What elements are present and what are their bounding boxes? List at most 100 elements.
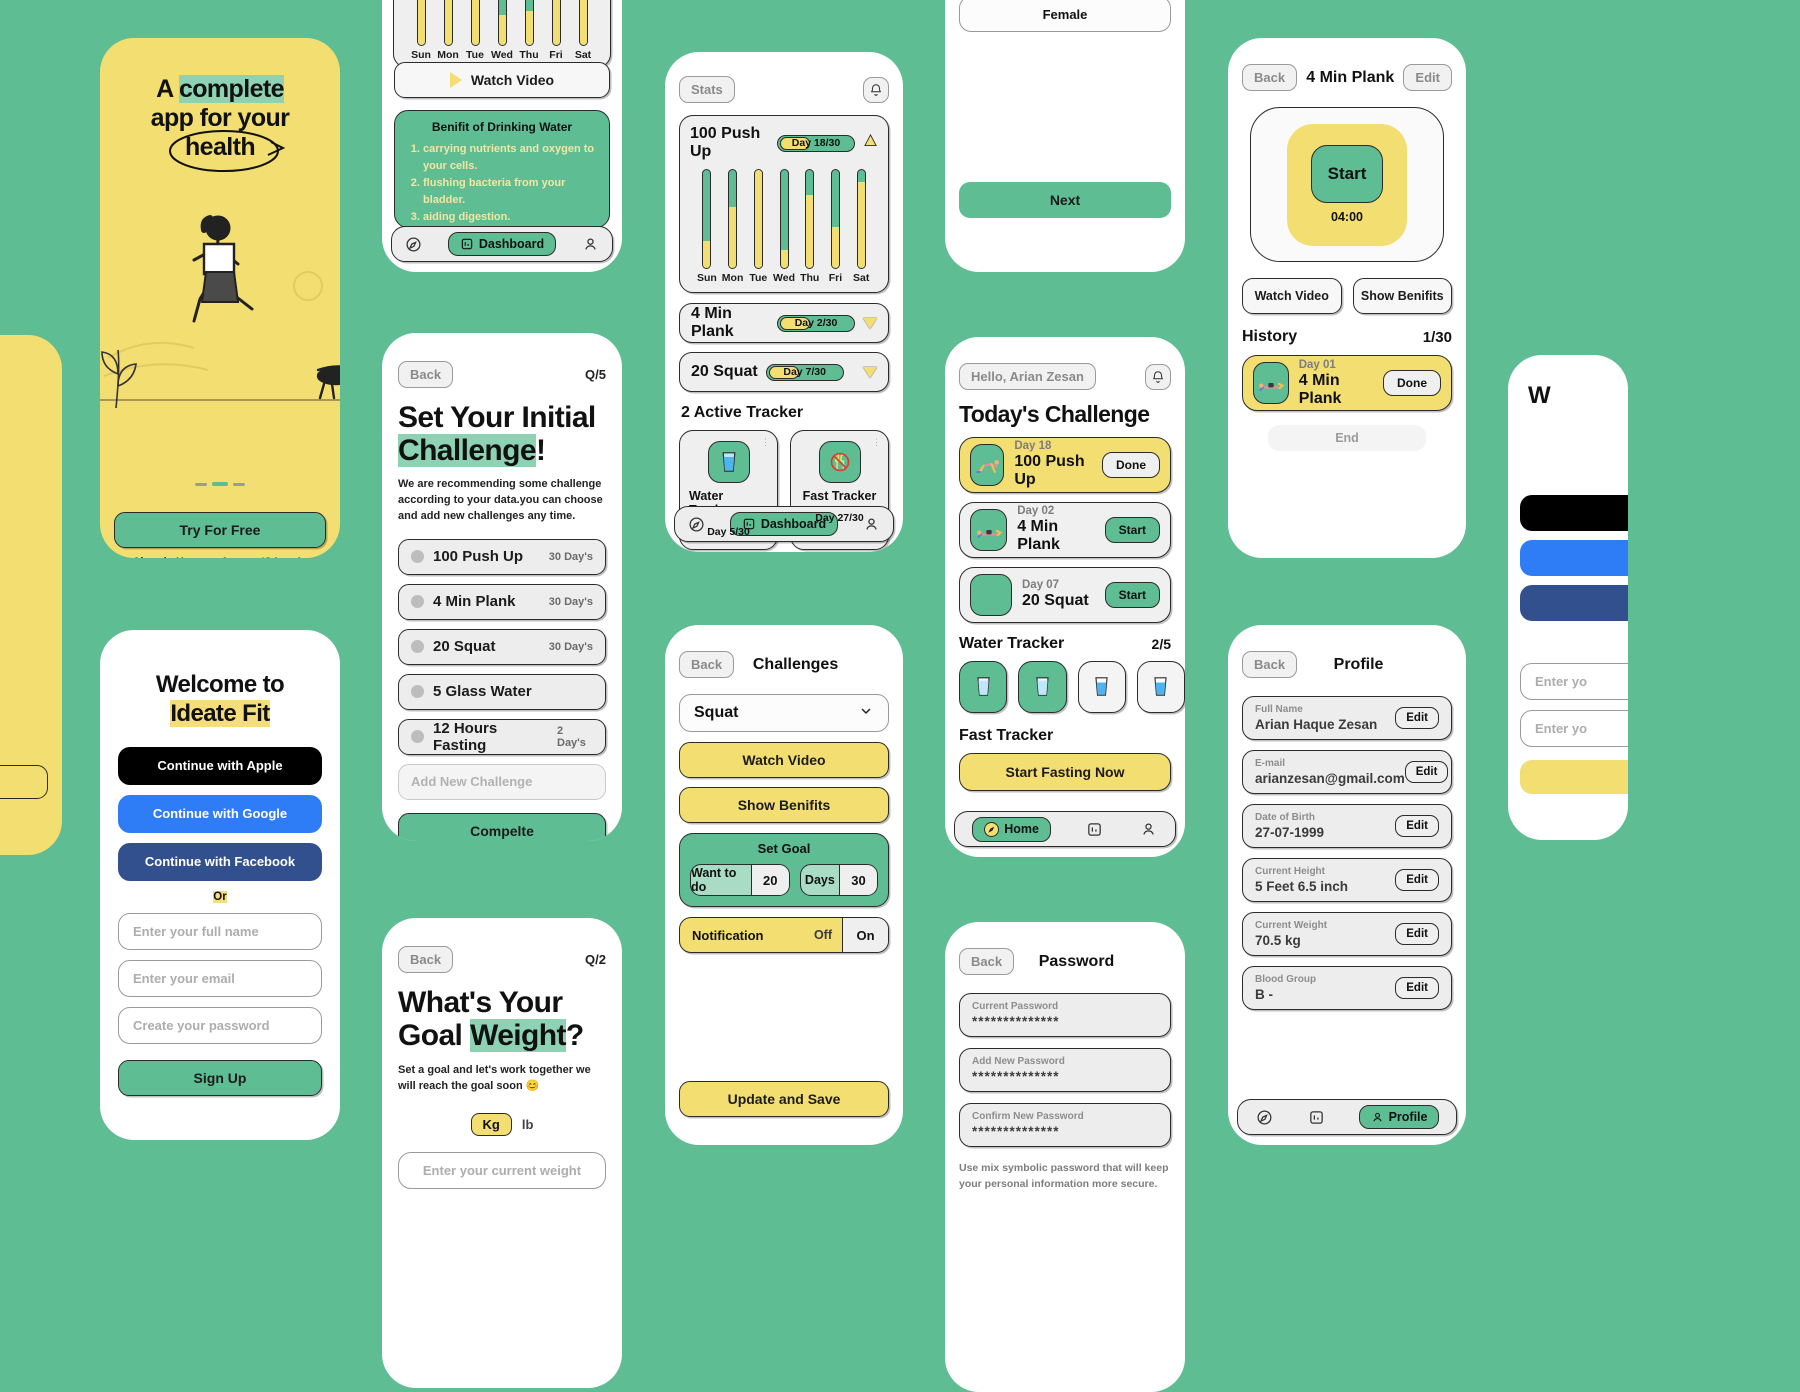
start-fasting-button[interactable]: Start Fasting Now <box>959 752 1171 791</box>
edit-button[interactable]: Edit <box>1395 977 1439 999</box>
back-button[interactable]: Back <box>1242 651 1298 678</box>
bell-icon[interactable] <box>863 76 889 103</box>
edge-right-apple-button[interactable] <box>1520 495 1628 531</box>
bell-icon[interactable] <box>1145 363 1171 390</box>
water-glass-filled[interactable] <box>959 660 1008 713</box>
login-link[interactable]: Log In <box>275 556 308 558</box>
current-weight-input[interactable]: Enter your current weight <box>398 1151 606 1189</box>
compass-icon[interactable] <box>404 235 423 254</box>
back-button[interactable]: Back <box>398 361 454 388</box>
challenge-select[interactable]: Squat <box>679 694 889 732</box>
today-challenge-action[interactable]: Done <box>1102 451 1160 478</box>
stat-row-plank[interactable]: 4 Min Plank Day 2/30 <box>679 303 889 343</box>
edit-button[interactable]: Edit <box>1404 761 1449 783</box>
end-button[interactable]: End <box>1268 425 1426 451</box>
challenge-option[interactable]: 100 Push Up 30 Day's <box>398 538 606 575</box>
watch-video-button[interactable]: Watch Video <box>679 742 889 778</box>
today-challenge-item[interactable]: Day 18 100 Push Up Done <box>959 436 1171 493</box>
notification-off-option[interactable]: Off <box>814 928 842 942</box>
history-item-action[interactable]: Done <box>1383 370 1441 396</box>
current-password-field[interactable]: Current Password ************** <box>959 993 1171 1037</box>
water-glass-filled[interactable] <box>1018 660 1067 713</box>
start-button[interactable]: Start <box>1311 145 1383 203</box>
show-benifits-button[interactable]: Show Benifits <box>679 787 889 823</box>
today-challenge-action[interactable]: Start <box>1104 581 1160 608</box>
chevron-down-icon[interactable] <box>863 317 877 329</box>
person-icon[interactable] <box>581 235 600 254</box>
challenge-option[interactable]: 12 Hours Fasting 2 Day's <box>398 718 606 755</box>
update-and-save-button[interactable]: Update and Save <box>679 1081 889 1117</box>
want-to-do-stepper[interactable]: Want to do 20 <box>690 864 790 896</box>
water-glass-empty[interactable] <box>1136 660 1185 713</box>
want-to-do-value[interactable]: 20 <box>750 865 789 895</box>
days-stepper[interactable]: Days 30 <box>799 864 878 896</box>
continue-with-google-button[interactable]: Continue with Google <box>118 794 322 833</box>
chart-icon[interactable] <box>1307 1108 1326 1127</box>
watch-video-button[interactable]: Watch Video <box>394 62 610 98</box>
back-button[interactable]: Back <box>398 946 454 973</box>
nav-dashboard[interactable]: Dashboard <box>447 232 557 256</box>
chevron-down-icon[interactable] <box>863 366 877 378</box>
today-challenge-item[interactable]: Day 02 4 Min Plank Start <box>959 501 1171 558</box>
nav-home[interactable]: Home <box>972 816 1051 842</box>
more-options-icon[interactable]: ⋮ <box>872 437 881 446</box>
next-button[interactable]: Next <box>959 182 1171 218</box>
confirm-password-field[interactable]: Confirm New Password ************** <box>959 1103 1171 1147</box>
challenge-option[interactable]: 4 Min Plank 30 Day's <box>398 583 606 620</box>
water-glass-empty[interactable] <box>1077 660 1126 713</box>
edge-right-input-2[interactable]: Enter yo <box>1520 710 1628 747</box>
edge-right-google-button[interactable] <box>1520 540 1628 576</box>
notification-on-option[interactable]: On <box>842 918 888 952</box>
challenge-option[interactable]: 20 Squat 30 Day's <box>398 628 606 665</box>
today-challenge-action[interactable]: Start <box>1104 516 1160 543</box>
more-options-icon[interactable]: ⋮ <box>761 437 770 446</box>
password-input[interactable]: Create your password <box>118 1006 322 1044</box>
signup-button[interactable]: Sign Up <box>118 1059 322 1096</box>
watch-video-button[interactable]: Watch Video <box>1242 278 1342 314</box>
continue-with-apple-button[interactable]: Continue with Apple <box>118 746 322 785</box>
person-icon[interactable] <box>862 515 881 534</box>
email-input[interactable]: Enter your email <box>118 959 322 997</box>
edge-right-signup-button[interactable] <box>1520 760 1628 794</box>
edit-button[interactable]: Edit <box>1395 923 1439 945</box>
edit-button[interactable]: Edit <box>1403 64 1452 91</box>
complete-button[interactable]: Compelte <box>398 812 606 841</box>
stat-row-squat[interactable]: 20 Squat Day 7/30 <box>679 352 889 392</box>
edge-right-input-1[interactable]: Enter yo <box>1520 663 1628 700</box>
unit-lb-toggle[interactable]: lb <box>522 1117 534 1132</box>
chart-icon[interactable] <box>1085 820 1104 839</box>
person-icon[interactable] <box>1139 820 1158 839</box>
compass-icon[interactable] <box>687 515 706 534</box>
edit-button[interactable]: Edit <box>1395 815 1439 837</box>
page-dot-2[interactable] <box>212 482 228 486</box>
unit-kg-toggle[interactable]: Kg <box>470 1112 512 1136</box>
back-button[interactable]: Back <box>959 948 1015 975</box>
edge-right-facebook-button[interactable] <box>1520 585 1628 621</box>
page-dot-3[interactable] <box>233 482 245 486</box>
stats-header-pill[interactable]: Stats <box>679 76 735 103</box>
compass-icon[interactable] <box>1255 1108 1274 1127</box>
notification-toggle[interactable]: Notification Off On <box>679 917 889 953</box>
try-for-free-button[interactable]: Try For Free <box>114 512 326 548</box>
days-value[interactable]: 30 <box>839 865 877 895</box>
edge-left-button[interactable] <box>0 765 48 799</box>
history-item[interactable]: Day 01 4 Min Plank Done <box>1242 355 1452 411</box>
back-button[interactable]: Back <box>679 651 735 678</box>
warning-icon[interactable] <box>863 133 878 153</box>
gender-female-option[interactable]: Female <box>959 0 1171 32</box>
bar <box>578 0 588 46</box>
today-challenge-text: Day 07 20 Squat <box>1022 579 1089 610</box>
fullname-input[interactable]: Enter your full name <box>118 912 322 950</box>
new-password-field[interactable]: Add New Password ************** <box>959 1048 1171 1092</box>
edit-button[interactable]: Edit <box>1395 869 1439 891</box>
show-benifits-button[interactable]: Show Benifits <box>1352 278 1452 314</box>
edit-button[interactable]: Edit <box>1395 707 1439 729</box>
challenge-option[interactable]: 5 Glass Water <box>398 673 606 710</box>
back-button[interactable]: Back <box>1242 64 1298 91</box>
continue-with-facebook-button[interactable]: Continue with Facebook <box>118 842 322 881</box>
add-new-challenge-input[interactable]: Add New Challenge <box>398 763 606 800</box>
nav-profile[interactable]: Profile <box>1358 1105 1440 1129</box>
today-challenge-item[interactable]: Day 07 20 Squat Start <box>959 566 1171 623</box>
pushup-day-badge[interactable]: Day 18/30 <box>777 134 855 152</box>
page-dot-1[interactable] <box>195 482 207 486</box>
